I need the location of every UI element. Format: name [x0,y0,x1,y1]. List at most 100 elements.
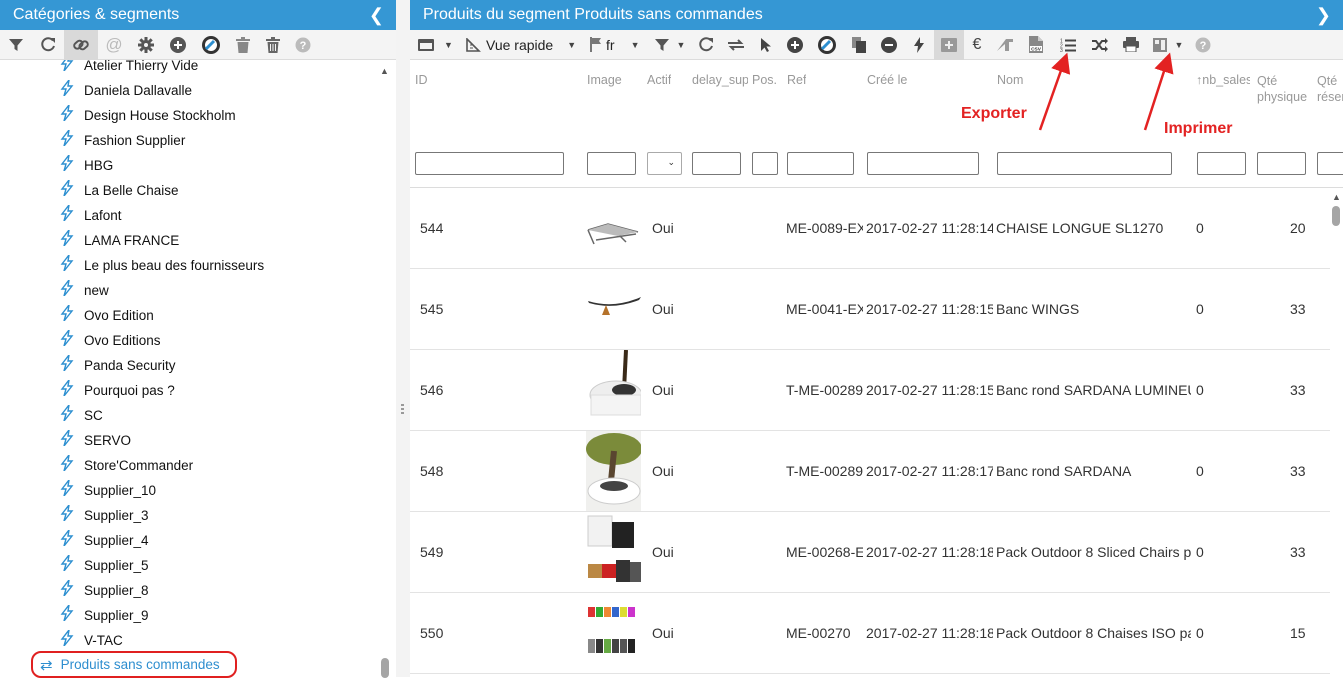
column-header-created[interactable]: Créé le [867,73,907,87]
tree-item-supplier[interactable]: Lafont [58,203,122,228]
filter-icon[interactable] [0,30,32,60]
tree-item-supplier[interactable]: Fashion Supplier [58,128,185,153]
cell-id: 549 [420,544,444,560]
tree-item-supplier[interactable]: V-TAC [58,628,123,653]
column-header-pos[interactable]: Pos. [752,73,777,87]
segment-produits-sans-commandes[interactable]: ⇄ Produits sans commandes [31,651,237,678]
trash-alt-icon[interactable] [258,30,288,60]
remove-circle-icon[interactable] [874,30,904,60]
cell-qte-physique: 20 [1290,220,1306,236]
tree-item-supplier[interactable]: La Belle Chaise [58,178,179,203]
at-icon[interactable]: @ [98,30,130,60]
tree-item-supplier[interactable]: new [58,278,109,303]
ordered-list-icon[interactable]: 123 [1052,30,1084,60]
refresh-icon[interactable] [692,30,720,60]
filter-qte-physique-input[interactable] [1257,152,1306,175]
sync-icon[interactable] [720,30,752,60]
print-icon[interactable] [1116,30,1146,60]
tree-item-supplier[interactable]: Pourquoi pas ? [58,378,175,403]
tree-item-supplier[interactable]: Design House Stockholm [58,103,236,128]
table-row[interactable]: 548 Oui T-ME-00289 2017-02-27 11:28:17 Banc … [410,431,1330,512]
filter-nb-sales-input[interactable] [1197,152,1246,175]
chevron-left-icon[interactable]: ❮ [369,0,384,30]
add-circle-icon[interactable] [162,30,194,60]
view-selector[interactable]: Vue rapide ▼ [458,30,582,60]
filter-image-input[interactable] [587,152,636,175]
tree-item-supplier[interactable]: Ovo Edition [58,303,154,328]
column-header-delay[interactable]: delay_sup [692,73,748,87]
tree-item-label: Design House Stockholm [84,108,236,123]
table-row[interactable]: 549 Oui ME-00268-E 2017-02-27 11:28:18 Pack … [410,512,1330,593]
column-header-id[interactable]: ID [415,73,428,87]
chevron-right-icon[interactable]: ❯ [1316,0,1331,30]
tree-item-supplier[interactable]: Supplier_3 [58,503,149,528]
lightning-icon[interactable] [904,30,934,60]
tree-item-supplier[interactable]: Ovo Editions [58,328,161,353]
tree-item-supplier[interactable]: Supplier_5 [58,553,149,578]
left-scrollbar[interactable]: ▲ [380,64,390,678]
tree-item-supplier[interactable]: LAMA FRANCE [58,228,179,253]
grid-scrollbar[interactable]: ▲ [1331,190,1341,677]
transfer-icon[interactable] [990,30,1020,60]
tree-item-label: Lafont [84,208,122,223]
column-header-image[interactable]: Image [587,73,622,87]
tree-item-supplier[interactable]: Supplier_10 [58,478,156,503]
copy-icon[interactable] [844,30,874,60]
refresh-icon[interactable] [32,30,64,60]
column-header-ref[interactable]: Ref [787,73,806,87]
tree-item-supplier[interactable]: SERVO [58,428,131,453]
filter-pos-input[interactable] [752,152,778,175]
csv-export-icon[interactable]: CSV [1020,30,1052,60]
filter-created-input[interactable] [867,152,979,175]
euro-icon[interactable]: € [964,30,990,60]
filter-id-input[interactable] [415,152,564,175]
add-to-segment-icon[interactable] [934,29,964,60]
table-row[interactable]: 545 Oui ME-0041-EX 2017-02-27 11:28:15 Banc … [410,269,1330,350]
help-icon[interactable]: ? [1190,30,1216,60]
column-header-qte-reservee[interactable]: Qté réservée [1317,73,1343,105]
column-header-actif[interactable]: Actif [647,73,671,87]
shuffle-icon[interactable] [1084,30,1116,60]
tree-item-supplier[interactable]: SC [58,403,103,428]
scroll-up-icon[interactable]: ▲ [1332,192,1341,202]
tree-item-supplier[interactable]: Atelier Thierry Vide [58,60,198,78]
add-circle-icon[interactable] [780,30,810,60]
tree-item-supplier[interactable]: Supplier_8 [58,578,149,603]
help-icon[interactable]: ? [288,30,318,60]
panel-splitter[interactable] [396,0,410,677]
filter-delay-input[interactable] [692,152,741,175]
tree-item-supplier[interactable]: Supplier_9 [58,603,149,628]
language-selector[interactable]: fr ▼ [582,30,648,60]
segment-icon[interactable] [194,30,228,60]
filter-actif-select[interactable]: ⌄ [647,152,682,175]
tree-item-supplier[interactable]: HBG [58,153,113,178]
filter-nom-input[interactable] [997,152,1172,175]
scroll-up-icon[interactable]: ▲ [380,66,389,76]
column-header-nom[interactable]: Nom [997,73,1023,87]
column-header-nb-sales[interactable]: ↑nb_sales [1196,73,1250,87]
table-row[interactable]: 546 Oui T-ME-00289 2017-02-27 11:28:15 Banc … [410,349,1330,431]
tree-item-supplier[interactable]: Store'Commander [58,453,193,478]
columns-menu-button[interactable]: ▼ [1146,30,1190,60]
segment-icon[interactable] [810,30,844,60]
cell-actif: Oui [652,382,674,398]
cursor-icon[interactable] [752,30,780,60]
filter-qte-reservee-input[interactable] [1317,152,1343,175]
grid-body: 544 Oui ME-0089-EX 2017-02-27 11:28:14 CHAIS… [410,188,1330,677]
layout-menu-button[interactable]: ▼ [410,30,458,60]
tree-item-supplier[interactable]: Panda Security [58,353,176,378]
scroll-thumb[interactable] [1332,206,1340,226]
tree-item-supplier[interactable]: Le plus beau des fournisseurs [58,253,264,278]
table-row[interactable]: 544 Oui ME-0089-EX 2017-02-27 11:28:14 CHAIS… [410,188,1330,269]
trash-icon[interactable] [228,30,258,60]
tree-item-supplier[interactable]: Daniela Dallavalle [58,78,192,103]
column-header-qte-physique[interactable]: Qté physique [1257,73,1307,105]
tree-item-supplier[interactable]: Supplier_4 [58,528,149,553]
filter-ref-input[interactable] [787,152,854,175]
cell-nb-sales: 0 [1196,463,1204,479]
gear-icon[interactable] [130,30,162,60]
link-icon[interactable] [64,29,98,60]
table-row[interactable]: 550 Oui ME-00270 2017-02-27 11:28:18 Pack Ou… [410,593,1330,674]
filter-menu-button[interactable]: ▼ [648,30,692,60]
scroll-thumb[interactable] [381,658,389,678]
